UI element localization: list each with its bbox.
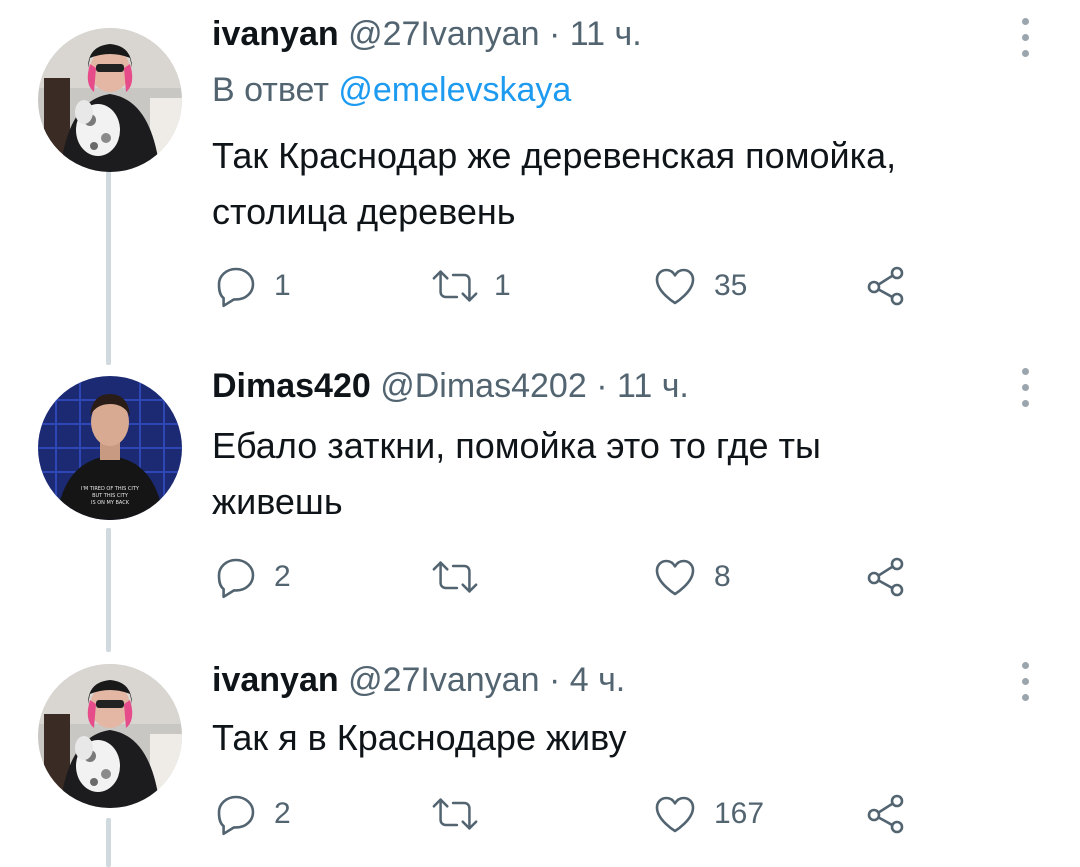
reply-button[interactable]: 2: [212, 792, 291, 836]
reply-icon: [217, 558, 255, 599]
tweet-text-line: Так Краснодар же деревенская помойка,: [212, 135, 897, 176]
tweet-header: ivanyan @27Ivanyan · 11 ч.: [212, 14, 642, 54]
share-icon: [867, 557, 904, 597]
share-button[interactable]: [862, 555, 910, 599]
retweet-button[interactable]: 1: [430, 264, 511, 308]
tweet-text-line: Ебало заткни, помойка это то где ты: [212, 425, 821, 466]
display-name[interactable]: ivanyan: [212, 15, 339, 53]
heart-icon: [655, 796, 695, 833]
separator: ·: [596, 367, 608, 405]
more-vertical-icon[interactable]: [1014, 660, 1036, 704]
avatar[interactable]: [38, 28, 182, 172]
like-count: 167: [714, 797, 765, 830]
heart-icon: [655, 268, 695, 305]
tweet-text: Так я в Краснодаре живу: [212, 710, 1032, 766]
user-handle[interactable]: @27Ivanyan: [348, 15, 539, 53]
like-count: 8: [714, 560, 731, 593]
retweet-icon: [432, 798, 478, 830]
reply-prefix: В ответ: [212, 71, 329, 109]
timestamp[interactable]: 4 ч.: [570, 661, 626, 699]
reply-button[interactable]: 1: [212, 264, 291, 308]
reply-icon: [217, 267, 255, 308]
tweet-text-line: Так я в Краснодаре живу: [212, 717, 627, 758]
retweet-count: 1: [494, 269, 511, 302]
like-count: 35: [714, 269, 748, 302]
avatar[interactable]: I'M TIRED OF THIS CITY BUT THIS CITY IS …: [38, 376, 182, 520]
shirt-text: BUT THIS CITY: [92, 493, 129, 499]
shirt-text: I'M TIRED OF THIS CITY: [81, 486, 140, 492]
thread-line: [106, 818, 111, 867]
user-handle[interactable]: @Dimas4202: [380, 367, 587, 405]
more-vertical-icon[interactable]: [1014, 366, 1036, 410]
reply-count: 1: [274, 269, 291, 302]
share-button[interactable]: [862, 792, 910, 836]
retweet-icon: [432, 270, 478, 302]
reply-icon: [217, 795, 255, 836]
separator: ·: [548, 15, 561, 53]
share-icon: [867, 794, 904, 834]
tweet-header: Dimas420 @Dimas4202 · 11 ч.: [212, 366, 689, 406]
tweet-text: Так Краснодар же деревенская помойка, ст…: [212, 128, 1032, 240]
like-button[interactable]: 35: [650, 264, 747, 308]
reply-count: 2: [274, 560, 291, 593]
thread-line: [106, 170, 111, 365]
more-vertical-icon[interactable]: [1014, 16, 1036, 60]
display-name[interactable]: ivanyan: [212, 661, 339, 699]
tweet-text-line: живешь: [212, 481, 343, 522]
heart-icon: [655, 559, 695, 596]
timestamp[interactable]: 11 ч.: [617, 367, 689, 405]
reply-to: В ответ @emelevskaya: [212, 70, 571, 110]
shirt-text: IS ON MY BACK: [91, 500, 130, 506]
tweet-header: ivanyan @27Ivanyan · 4 ч.: [212, 660, 625, 700]
share-button[interactable]: [862, 264, 910, 308]
tweet-text-line: столица деревень: [212, 191, 516, 232]
user-handle[interactable]: @27Ivanyan: [348, 661, 539, 699]
timestamp[interactable]: 11 ч.: [570, 15, 642, 53]
reply-count: 2: [274, 797, 291, 830]
share-icon: [867, 266, 904, 306]
reply-mention-link[interactable]: @emelevskaya: [338, 71, 571, 109]
like-button[interactable]: 8: [650, 555, 731, 599]
retweet-button[interactable]: [430, 792, 494, 836]
tweet-text: Ебало заткни, помойка это то где ты живе…: [212, 418, 1032, 530]
reply-button[interactable]: 2: [212, 555, 291, 599]
retweet-button[interactable]: [430, 555, 494, 599]
display-name[interactable]: Dimas420: [212, 367, 371, 405]
retweet-icon: [432, 561, 478, 593]
avatar[interactable]: [38, 664, 182, 808]
thread-line: [106, 528, 111, 652]
like-button[interactable]: 167: [650, 792, 764, 836]
separator: ·: [548, 661, 561, 699]
